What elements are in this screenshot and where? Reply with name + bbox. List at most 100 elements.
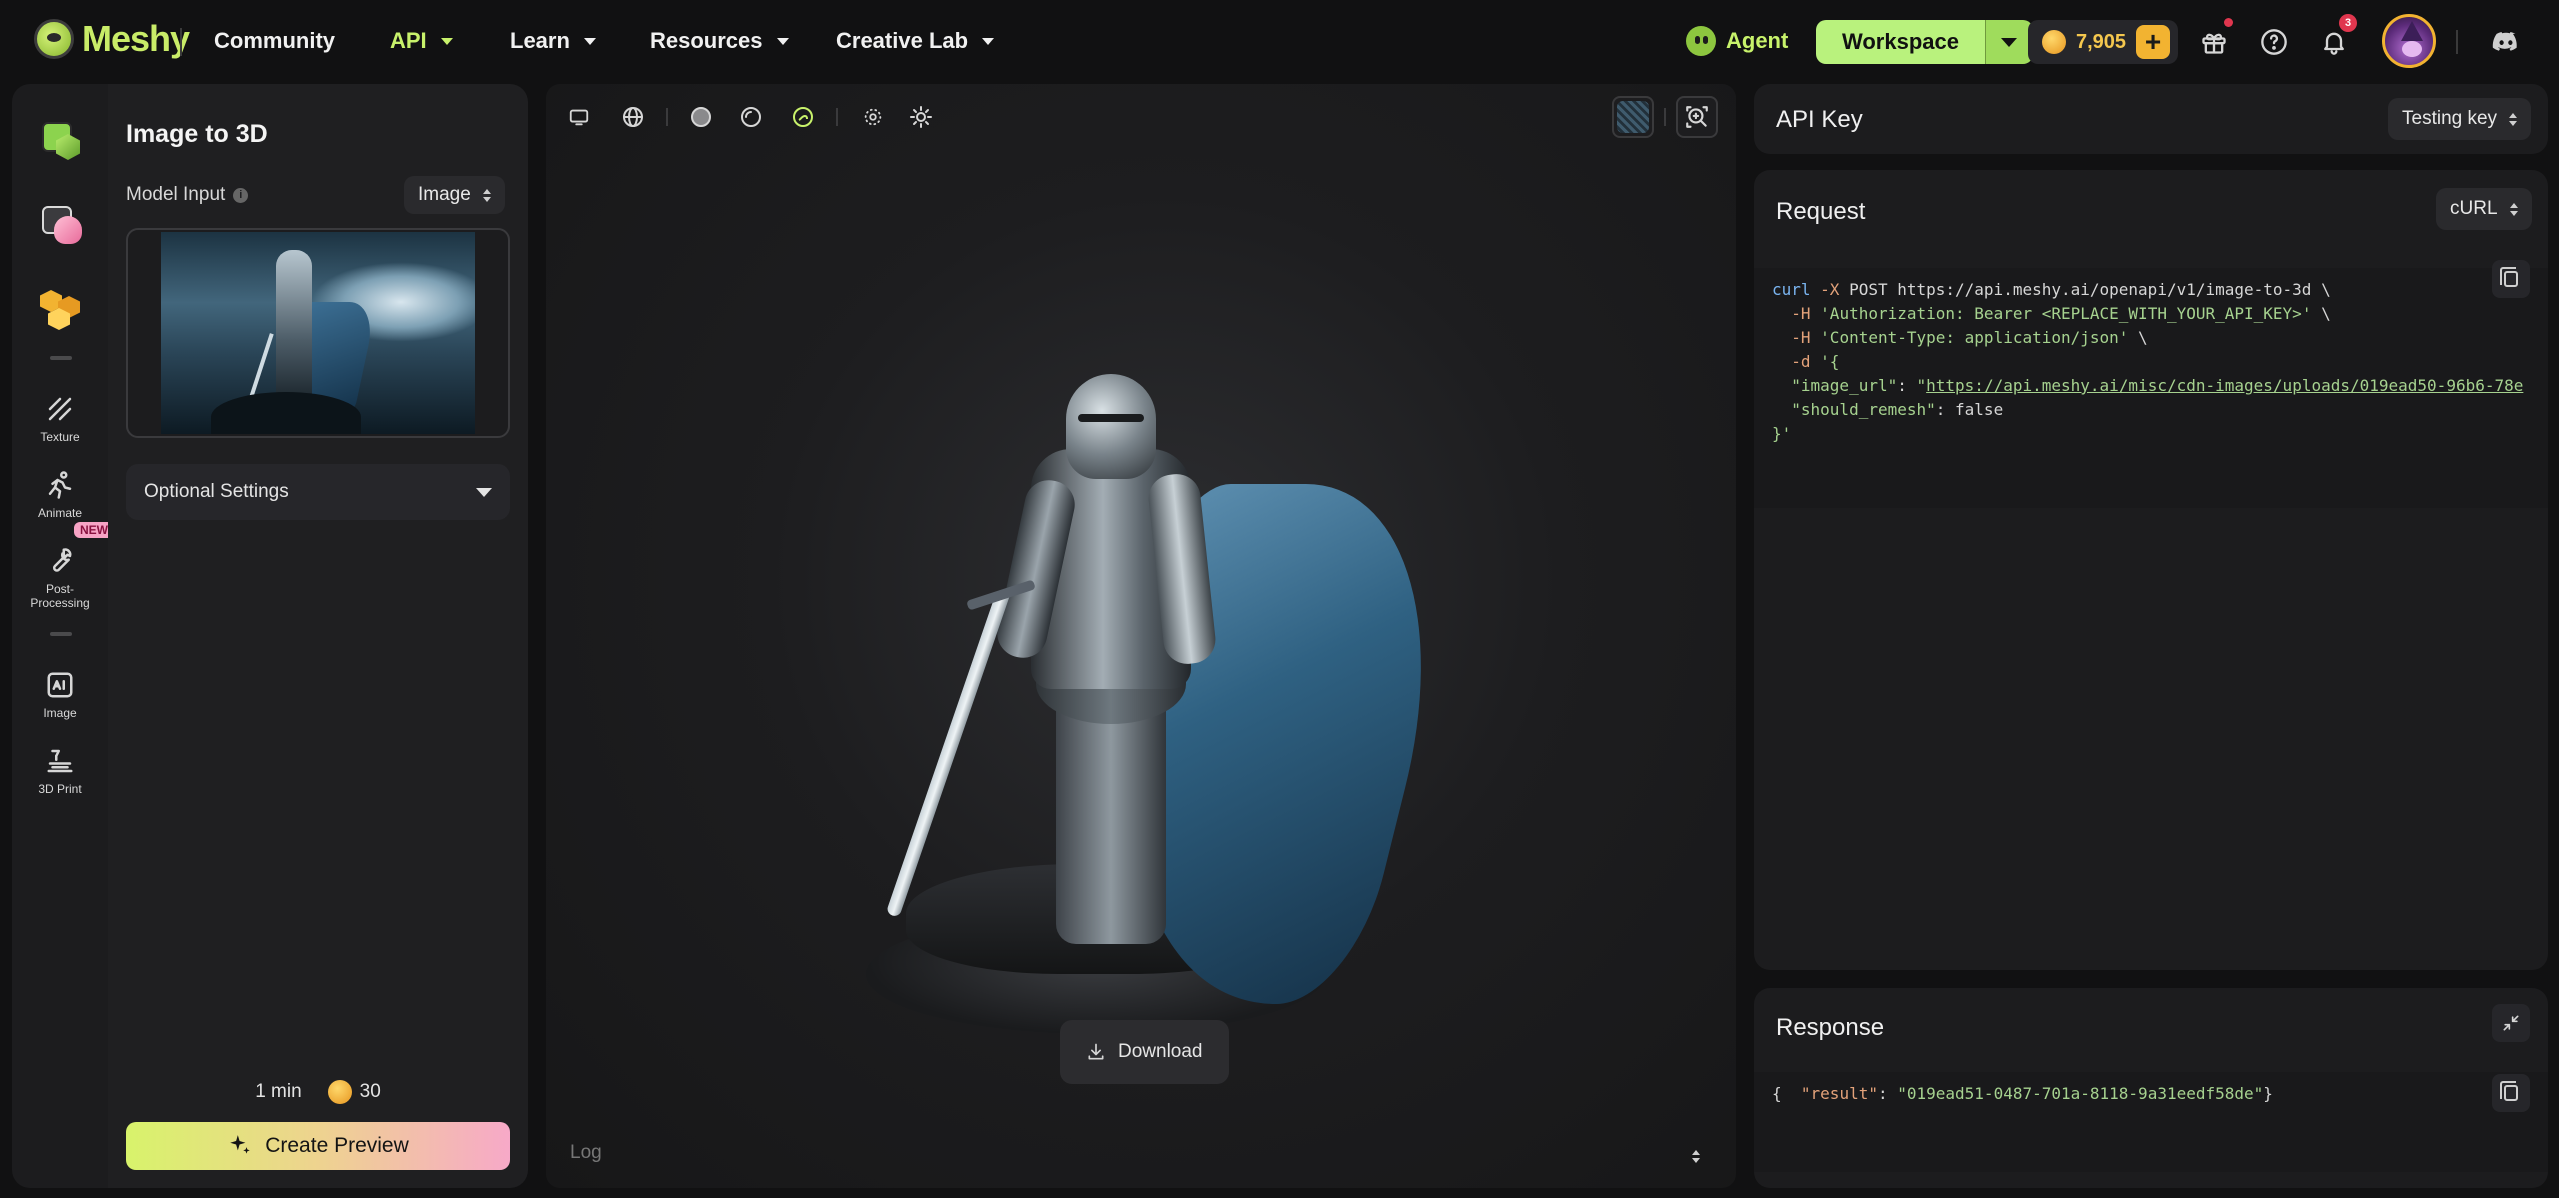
code-token: "result" [1781,1084,1878,1103]
request-language-value: cURL [2450,198,2498,219]
rail-3d-print[interactable]: 3D Print [12,744,108,796]
response-code-line: } [2263,1084,2273,1103]
nav-divider [180,28,182,56]
chevron-down-icon [776,37,789,45]
add-credits-button[interactable]: + [2136,25,2171,59]
request-code-line: }' [1772,422,2548,446]
credit-coin-icon [327,1080,352,1104]
caret-down-icon [476,487,492,497]
code-token: "019ead51-0487-701a-8118-9a31eedf58de" [1897,1084,2264,1103]
code-token: }' [1772,424,1792,443]
credits-balance[interactable]: 7,905 + [2028,20,2179,64]
nav-api-label: API [390,28,427,53]
create-preview-button[interactable]: Create Preview [126,1122,510,1170]
copy-request-button[interactable] [2492,260,2530,298]
rail-texture[interactable]: Texture [12,392,108,444]
meshy-logo-icon [34,19,74,59]
credit-coin-icon [2042,30,2066,54]
rail-text-to-3d[interactable] [12,120,108,164]
request-card: Request cURL curl -X POST https://api.me… [1754,170,2548,970]
response-title: Response [1776,1014,1885,1041]
clay-shading-icon[interactable] [738,104,764,130]
nav-resources-label: Resources [650,28,763,53]
text-to-3d-icon [38,120,82,164]
help-icon[interactable] [2258,26,2290,58]
globe-icon[interactable] [620,104,646,130]
monitor-icon[interactable] [566,104,592,130]
nav-creative-lab-label: Creative Lab [836,28,969,53]
chevron-up-down-icon [482,188,491,202]
chevron-down-icon [2001,37,2018,47]
copy-response-button[interactable] [2492,1074,2530,1112]
nav-learn-label: Learn [510,28,570,53]
api-key-select[interactable]: Testing key [2388,98,2532,140]
request-code-line: -H 'Authorization: Bearer <REPLACE_WITH_… [1772,302,2548,326]
gift-notification-dot [2224,18,2233,27]
solid-shading-icon[interactable] [688,104,714,130]
agent-button[interactable]: Agent [1686,26,1788,56]
code-token: -H [1772,304,1821,323]
response-code-line: { [1772,1084,1782,1103]
nav-community-label: Community [214,28,335,53]
textured-shading-icon[interactable] [790,104,816,130]
uploaded-image-dropzone[interactable] [126,228,510,438]
toolbar-divider [1664,108,1666,126]
log-expand-toggle[interactable] [1692,1142,1700,1163]
info-icon[interactable]: i [233,187,249,203]
code-token: 'Content-Type: application/json' [1820,328,2129,347]
user-avatar[interactable] [2382,14,2436,68]
agent-icon [1686,26,1716,56]
code-token: } [2263,1084,2273,1103]
rail-divider [50,632,72,636]
chevron-down-icon [440,37,453,45]
chevron-up-down-icon [2509,202,2518,216]
workspace-dropdown[interactable] [1984,20,2033,64]
light-high-icon[interactable] [908,104,934,130]
discord-icon[interactable] [2490,26,2522,58]
rail-animate-label: Animate [37,506,83,520]
model-input-label: Model Input [126,184,226,205]
request-language-select[interactable]: cURL [2436,188,2532,230]
nav-api[interactable]: API [390,28,453,54]
log-label: Log [570,1142,602,1163]
workspace-label[interactable]: Workspace [1816,20,1985,64]
code-token: \ [2128,328,2148,347]
download-button[interactable]: Download [1060,1020,1229,1084]
workspace-button[interactable]: Workspace [1816,20,2033,64]
code-token[interactable]: https://api.meshy.ai/misc/cdn-images/upl… [1926,376,2523,395]
agent-label: Agent [1726,28,1789,53]
light-low-icon[interactable] [860,104,886,130]
toolbar-divider [666,108,668,126]
rail-animate[interactable]: Animate [12,468,108,520]
rail-image-label: Image [43,706,77,720]
rail-image[interactable]: Image [12,668,108,720]
texture-preview-icon[interactable] [1612,96,1654,138]
nav-resources[interactable]: Resources [650,28,789,54]
nav-creative-lab[interactable]: Creative Lab [836,28,995,54]
nav-learn[interactable]: Learn [510,28,596,54]
model-viewport[interactable]: Download Log [546,84,1736,1188]
rail-3d-print-label: 3D Print [38,782,82,796]
top-navigation: Meshy Community API Learn Resources Crea… [0,0,2559,84]
collapse-response-button[interactable] [2492,1004,2530,1042]
multi-image-to-3d-icon [38,288,82,332]
zoom-fit-icon[interactable] [1676,96,1718,138]
rail-multi-image-to-3d[interactable] [12,288,108,332]
input-type-select[interactable]: Image [404,176,505,214]
nav-community[interactable]: Community [214,28,335,54]
gift-icon[interactable] [2198,18,2233,58]
request-code-block[interactable]: curl -X POST https://api.meshy.ai/openap… [1754,268,2548,508]
knight-3d-model[interactable] [826,264,1481,1084]
input-type-value: Image [418,184,471,205]
rail-post-processing-label: Post- Processing [30,582,90,610]
response-code-block[interactable]: { "result": "019ead51-0487-701a-8118-9a3… [1754,1072,2548,1172]
request-code-line: -H 'Content-Type: application/json' \ [1772,326,2548,350]
api-key-title: API Key [1776,106,1863,133]
optional-settings-toggle[interactable]: Optional Settings [126,464,510,520]
brand-name: Meshy [82,18,190,59]
response-code-line: "result": "019ead51-0487-701a-8118-9a31e… [1781,1084,2264,1103]
rail-post-processing[interactable]: Post- Processing [12,544,108,610]
meshy-logo[interactable]: Meshy [34,18,190,60]
rail-image-to-3d[interactable] [12,204,108,248]
request-code-line: curl -X POST https://api.meshy.ai/openap… [1772,278,2548,302]
